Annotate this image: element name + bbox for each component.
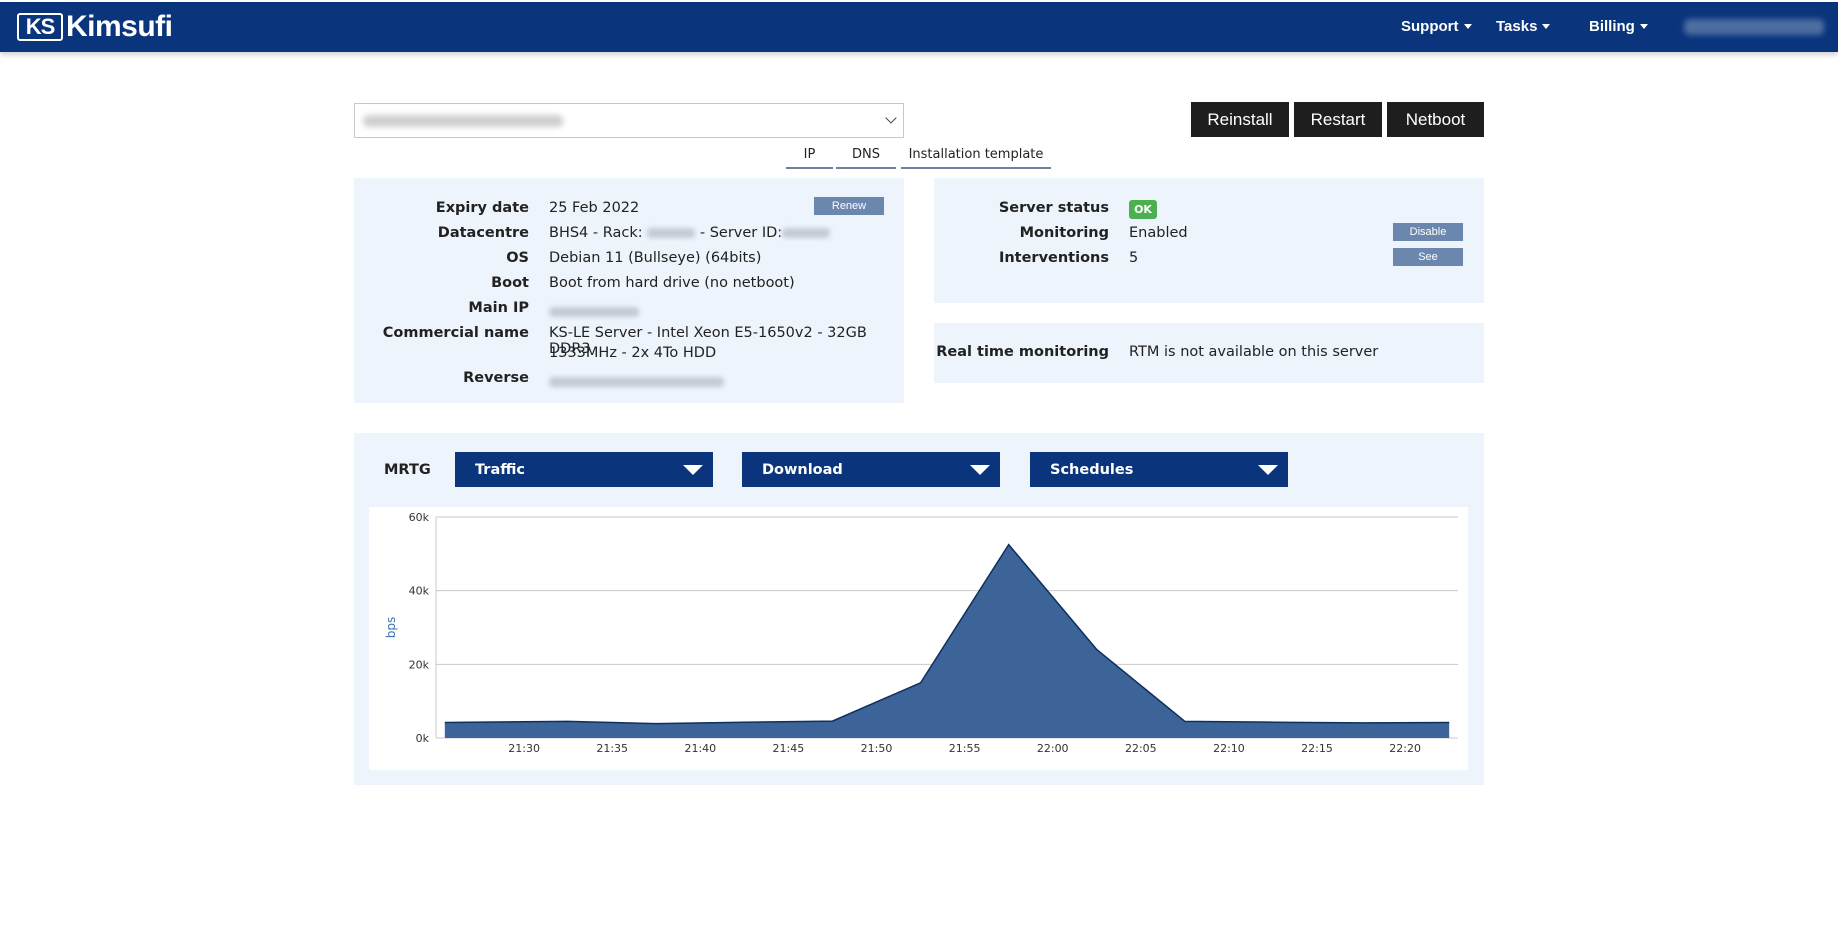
reverse-label: Reverse bbox=[463, 370, 529, 386]
server-status-panel: Server status OK Monitoring Enabled Disa… bbox=[934, 178, 1484, 303]
mrtg-period-select[interactable]: Schedules bbox=[1030, 452, 1288, 487]
datacentre-prefix: BHS4 - Rack: bbox=[549, 225, 643, 241]
y-tick-label: 0k bbox=[416, 732, 430, 745]
netboot-button[interactable]: Netboot bbox=[1387, 102, 1484, 137]
mrtg-direction-value: Download bbox=[762, 461, 843, 478]
datacentre-label: Datacentre bbox=[437, 225, 529, 241]
datacentre-value: BHS4 - Rack: - Server ID: bbox=[549, 225, 831, 241]
nav-support[interactable]: Support bbox=[1401, 18, 1472, 35]
boot-value: Boot from hard drive (no netboot) bbox=[549, 275, 795, 291]
renew-button[interactable]: Renew bbox=[814, 197, 884, 215]
traffic-chart-svg: 0k 20k 40k 60k bps 21:30 21:35 21:40 21:45 21:50 2… bbox=[384, 511, 1458, 755]
x-tick-label: 21:35 bbox=[596, 742, 628, 755]
logo-text: Kimsufi bbox=[66, 10, 173, 43]
traffic-chart: 0k 20k 40k 60k bps 21:30 21:35 21:40 21:45 21:50 2… bbox=[369, 507, 1468, 770]
triangle-down-icon bbox=[1258, 465, 1278, 475]
x-tick-label: 21:50 bbox=[861, 742, 893, 755]
x-tick-label: 22:15 bbox=[1301, 742, 1333, 755]
os-label: OS bbox=[506, 250, 529, 266]
top-navbar: KS Kimsufi Support Tasks Billing bbox=[0, 0, 1838, 52]
disable-monitoring-button[interactable]: Disable bbox=[1393, 223, 1463, 241]
mrtg-label: MRTG bbox=[384, 462, 431, 478]
commercial-name-line2: 1333MHz - 2x 4To HDD bbox=[549, 345, 717, 361]
x-tick-label: 22:05 bbox=[1125, 742, 1157, 755]
x-tick-label: 21:45 bbox=[773, 742, 805, 755]
kimsufi-logo[interactable]: KS Kimsufi bbox=[17, 10, 173, 43]
caret-down-icon bbox=[1463, 24, 1472, 29]
y-axis-title: bps bbox=[384, 617, 398, 639]
x-tick-label: 21:30 bbox=[508, 742, 540, 755]
server-status-label: Server status bbox=[998, 200, 1109, 216]
tab-installation-template[interactable]: Installation template bbox=[901, 147, 1051, 169]
server-select-value-redacted bbox=[363, 115, 563, 127]
reverse-value-redacted bbox=[549, 374, 724, 390]
interventions-value: 5 bbox=[1129, 250, 1139, 266]
restart-button[interactable]: Restart bbox=[1294, 102, 1382, 137]
monitoring-value: Enabled bbox=[1129, 225, 1188, 241]
y-tick-label: 20k bbox=[409, 658, 430, 671]
x-tick-label: 21:55 bbox=[949, 742, 981, 755]
tab-dns[interactable]: DNS bbox=[836, 147, 896, 169]
server-id-redacted bbox=[782, 228, 831, 238]
rtm-panel: Real time monitoring RTM is not availabl… bbox=[934, 323, 1484, 383]
nav-tasks-label: Tasks bbox=[1496, 18, 1538, 35]
status-badge: OK bbox=[1129, 200, 1157, 219]
expiry-date-value: 25 Feb 2022 bbox=[549, 200, 640, 216]
x-tick-label: 21:40 bbox=[684, 742, 716, 755]
caret-down-icon bbox=[1542, 24, 1551, 29]
mrtg-direction-select[interactable]: Download bbox=[742, 452, 1000, 487]
interventions-label: Interventions bbox=[998, 250, 1109, 266]
caret-down-icon bbox=[1639, 24, 1648, 29]
datacentre-server-id: - Server ID: bbox=[699, 225, 783, 241]
rack-redacted bbox=[647, 228, 696, 238]
commercial-name-label: Commercial name bbox=[382, 325, 529, 341]
see-interventions-button[interactable]: See bbox=[1393, 248, 1463, 266]
nav-tasks[interactable]: Tasks bbox=[1496, 18, 1551, 35]
nav-billing-label: Billing bbox=[1589, 18, 1635, 35]
y-tick-label: 40k bbox=[409, 585, 430, 598]
server-info-panel: Expiry date 25 Feb 2022 Renew Datacentre… bbox=[354, 178, 904, 403]
nav-support-label: Support bbox=[1401, 18, 1459, 35]
rtm-value: RTM is not available on this server bbox=[1129, 344, 1379, 360]
boot-label: Boot bbox=[491, 275, 529, 291]
chevron-down-icon bbox=[885, 112, 897, 124]
main-ip-value-redacted bbox=[549, 304, 639, 320]
y-tick-label: 60k bbox=[409, 511, 430, 524]
rtm-label: Real time monitoring bbox=[936, 344, 1109, 360]
x-tick-label: 22:00 bbox=[1037, 742, 1069, 755]
mrtg-period-value: Schedules bbox=[1050, 461, 1134, 478]
nav-user-menu-redacted[interactable] bbox=[1684, 19, 1824, 35]
x-tick-label: 22:20 bbox=[1389, 742, 1421, 755]
reverse-redacted bbox=[549, 377, 724, 387]
triangle-down-icon bbox=[970, 465, 990, 475]
mrtg-type-select[interactable]: Traffic bbox=[455, 452, 713, 487]
server-select[interactable] bbox=[354, 103, 904, 138]
triangle-down-icon bbox=[683, 465, 703, 475]
logo-badge: KS bbox=[17, 13, 63, 41]
main-ip-label: Main IP bbox=[468, 300, 529, 316]
os-value: Debian 11 (Bullseye) (64bits) bbox=[549, 250, 762, 266]
nav-billing[interactable]: Billing bbox=[1589, 18, 1648, 35]
expiry-date-label: Expiry date bbox=[435, 200, 529, 216]
mrtg-type-value: Traffic bbox=[475, 461, 525, 478]
reinstall-button[interactable]: Reinstall bbox=[1191, 102, 1289, 137]
tab-ip[interactable]: IP bbox=[786, 147, 833, 169]
x-tick-label: 22:10 bbox=[1213, 742, 1245, 755]
main-ip-redacted bbox=[549, 307, 639, 317]
monitoring-label: Monitoring bbox=[1019, 225, 1109, 241]
